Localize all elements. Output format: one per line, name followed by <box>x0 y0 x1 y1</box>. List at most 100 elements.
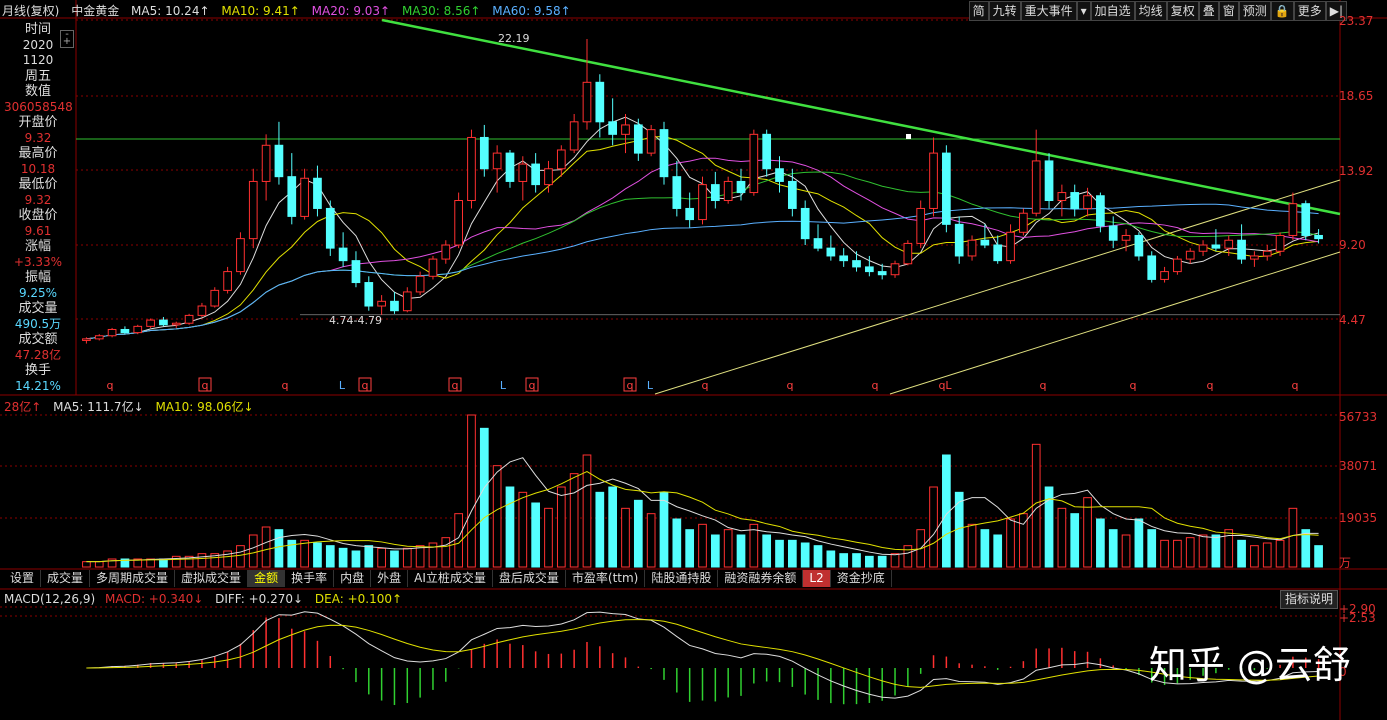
candle-body <box>993 244 1003 262</box>
indicator-tab[interactable]: 内盘 <box>334 570 372 587</box>
toolbar-button[interactable]: 窗 <box>1218 1 1239 21</box>
volume-bar <box>82 561 91 568</box>
toolbar: 简九转 重大事件 ▾ 加自选 均线 复权叠窗预测 🔒 更多 ▶| <box>968 1 1347 21</box>
axis-tick-label: +2.53 <box>1339 611 1376 625</box>
ma5-line <box>86 116 1319 340</box>
indicator-tab[interactable]: 市盈率(ttm) <box>566 570 646 587</box>
axis-tick-label: 4.47 <box>1339 313 1366 327</box>
candle-body <box>839 255 849 262</box>
indicator-tab[interactable]: 设置 <box>4 570 42 587</box>
toolbar-button[interactable]: 重大事件 <box>1020 1 1077 21</box>
toolbar-button[interactable]: 简 <box>968 1 989 21</box>
event-marker: L <box>500 379 507 392</box>
volume-bar <box>1250 545 1259 568</box>
candle-body <box>428 258 438 277</box>
volume-bar <box>672 518 682 568</box>
candle-body <box>980 239 990 246</box>
candle-body <box>441 244 451 260</box>
indicator-tab[interactable]: AI立桩成交量 <box>408 570 493 587</box>
volume-bar <box>544 507 553 568</box>
candle-body <box>1211 244 1221 249</box>
indicator-tab[interactable]: 换手率 <box>285 570 335 587</box>
collapse-icon[interactable]: - + <box>60 30 74 48</box>
info-value: 9.25% <box>18 285 58 300</box>
volume-bar <box>1275 539 1285 568</box>
macd-header: MACD(12,26,9) MACD: +0.340↓ DIFF: +0.270… <box>4 592 402 606</box>
candle-body <box>954 223 964 257</box>
candle-body <box>659 129 669 178</box>
candle-body <box>608 121 618 135</box>
candle-body <box>685 207 695 221</box>
indicator-tab[interactable]: 多周期成交量 <box>90 570 176 587</box>
candle-body <box>287 176 297 217</box>
indicator-tab[interactable]: 虚拟成交量 <box>175 570 249 587</box>
event-marker: q <box>1130 379 1137 392</box>
candle-body <box>364 282 374 307</box>
watermark: 知乎 @云舒 <box>1148 643 1351 687</box>
toolbar-button[interactable]: 预测 <box>1238 1 1271 21</box>
volume-bar <box>1237 539 1246 568</box>
indicator-tab[interactable]: 陆股通持股 <box>645 570 719 587</box>
event-marker: qL <box>938 379 952 392</box>
toolbar-button[interactable]: 九转 <box>988 1 1021 21</box>
volume-bar <box>261 526 271 568</box>
ma20-label: MA20: 9.03↑ <box>311 4 391 18</box>
stock-name: 中金黄金 <box>71 4 120 18</box>
candle-body <box>120 328 130 334</box>
candle-body <box>300 177 309 217</box>
toolbar-button[interactable]: 叠 <box>1198 1 1219 21</box>
info-value: 9.32 <box>24 192 52 207</box>
candle-body <box>1224 239 1234 249</box>
indicator-tab[interactable]: 融资融券余额 <box>718 570 804 587</box>
candle-body <box>133 325 143 334</box>
volume-bar <box>1198 534 1208 568</box>
indicator-tab[interactable]: 金额 <box>248 570 286 587</box>
indicator-tab[interactable]: L2 <box>803 570 831 587</box>
indicator-tab[interactable]: 资金抄底 <box>831 570 892 587</box>
event-marker: q <box>872 379 879 392</box>
event-marker: q <box>1292 379 1299 392</box>
event-marker: q <box>107 379 114 392</box>
indicator-tab[interactable]: 成交量 <box>41 570 91 587</box>
period-label[interactable]: 月线(复权) <box>2 4 59 18</box>
volume-bar <box>197 553 207 568</box>
info-label: 开盘价 <box>18 115 58 130</box>
candle-body <box>210 289 220 307</box>
volume-bar <box>890 553 900 568</box>
indicator-help-button[interactable]: 指标说明 <box>1280 590 1338 609</box>
candle-body <box>492 152 502 170</box>
toolbar-button[interactable]: 🔒 <box>1270 1 1294 21</box>
info-value: 9.61 <box>24 223 52 238</box>
volume-header: 28亿↑ MA5: 111.7亿↓ MA10: 98.06亿↓ <box>4 398 254 415</box>
candle-body <box>569 121 579 151</box>
toolbar-button[interactable]: 均线 <box>1134 1 1167 21</box>
candle-body <box>672 176 682 209</box>
candle-body <box>402 291 412 312</box>
candle-body <box>890 263 900 276</box>
candle-body <box>313 177 322 209</box>
candle-body <box>621 124 630 135</box>
candle-body <box>1057 192 1067 202</box>
volume-bar <box>351 550 361 568</box>
vol-ma10: MA10: 98.06亿↓ <box>155 400 254 414</box>
volume-bar <box>929 486 938 568</box>
toolbar-button[interactable]: ▾ <box>1076 1 1091 21</box>
volume-bar <box>826 550 836 568</box>
toolbar-button[interactable]: 加自选 <box>1090 1 1135 21</box>
volume-bar <box>903 545 913 568</box>
toolbar-button[interactable]: 复权 <box>1166 1 1199 21</box>
candle-body <box>736 180 746 194</box>
toolbar-button[interactable]: 更多 <box>1293 1 1326 21</box>
volume-bar <box>467 414 476 568</box>
indicator-tab[interactable]: 外盘 <box>371 570 409 587</box>
volume-bar <box>723 529 733 568</box>
volume-bar <box>556 486 566 568</box>
volume-bar <box>980 529 990 568</box>
candle-body <box>1134 234 1144 257</box>
info-label: 成交额 <box>18 332 58 347</box>
candle-body <box>556 149 566 170</box>
candle-body <box>865 266 874 273</box>
indicator-tab[interactable]: 盘后成交量 <box>493 570 566 587</box>
volume-bar <box>1134 518 1144 568</box>
volume-bar <box>1160 539 1169 568</box>
